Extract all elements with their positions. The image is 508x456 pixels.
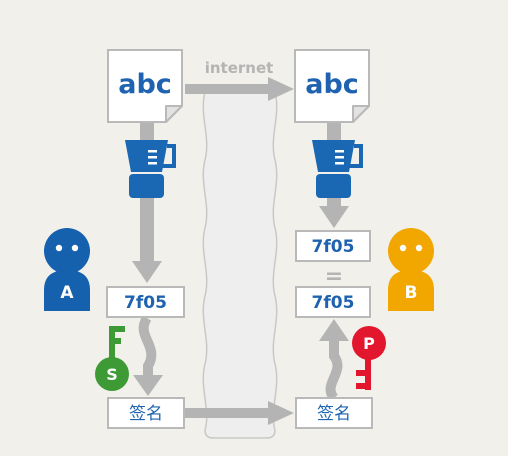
receiver-computed-hash-text: 7f05 — [312, 237, 355, 257]
person-a-label: A — [60, 283, 74, 303]
internet-channel — [202, 91, 278, 439]
diagram-canvas: internet abc 7f05 签名 A S = abc 7f05 7f05… — [44, 49, 434, 439]
hash-equals: = — [325, 264, 343, 289]
public-key-label: P — [363, 334, 375, 353]
receiver-signature-text: 签名 — [317, 404, 351, 424]
receiver-blender-icon — [312, 140, 363, 198]
signature-diagram: internet abc 7f05 签名 A S = abc 7f05 7f05… — [0, 0, 508, 456]
receiver-verify-arrow — [319, 319, 349, 402]
receiver-document-text: abc — [305, 69, 359, 100]
sender-blender-icon — [125, 140, 176, 198]
sender-sign-arrow — [133, 315, 163, 396]
receiver-decrypted-hash-text: 7f05 — [312, 293, 355, 313]
person-b-label: B — [405, 283, 418, 303]
sender-hash-text: 7f05 — [124, 293, 167, 313]
sender-document-text: abc — [118, 69, 172, 100]
internet-label: internet — [205, 59, 274, 77]
sender-signature-text: 签名 — [129, 404, 163, 424]
private-key-label: S — [106, 365, 118, 384]
